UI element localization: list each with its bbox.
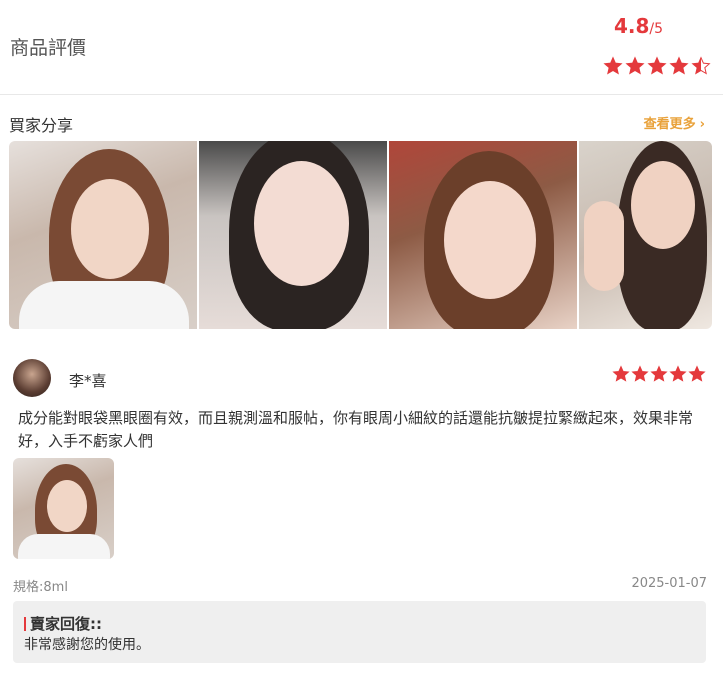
star-icon xyxy=(631,365,649,383)
average-score: 4.8/5 xyxy=(614,14,663,38)
star-icon xyxy=(669,56,689,76)
review-photo-thumbnail[interactable] xyxy=(13,458,114,559)
reply-accent-bar xyxy=(24,617,26,631)
buyer-photo-4[interactable] xyxy=(579,141,712,329)
star-icon xyxy=(691,56,711,76)
view-more-link[interactable]: 查看更多 › xyxy=(644,113,705,132)
face-shape xyxy=(444,181,536,299)
star-icon xyxy=(612,365,630,383)
review-text: 成分能對眼袋黑眼圈有效，而且親測溫和服帖，你有眼周小細紋的話還能抗皺提拉緊緻起來… xyxy=(18,409,694,450)
buyer-share-title: 買家分享 xyxy=(9,116,74,135)
star-icon xyxy=(669,365,687,383)
seller-reply-title: 賣家回復:: xyxy=(30,615,102,633)
review-rating-stars xyxy=(612,365,706,383)
page-title: 商品評價 xyxy=(10,37,87,59)
score-max: /5 xyxy=(649,21,663,37)
star-icon xyxy=(688,365,706,383)
shirt-shape xyxy=(18,534,110,559)
buyer-photo-gallery xyxy=(9,141,712,329)
chevron-right-icon: › xyxy=(699,117,705,132)
face-shape xyxy=(631,161,695,249)
product-spec: 規格:8ml xyxy=(13,580,68,595)
buyer-photo-2[interactable] xyxy=(199,141,387,329)
buyer-photo-1[interactable] xyxy=(9,141,197,329)
shirt-shape xyxy=(19,281,189,329)
score-value: 4.8 xyxy=(613,14,650,38)
review-date: 2025-01-07 xyxy=(631,576,707,591)
reviewer-name: 李*喜 xyxy=(69,372,107,390)
seller-reply: 賣家回復:: 非常感謝您的使用。 xyxy=(13,601,706,663)
buyer-photo-3[interactable] xyxy=(389,141,577,329)
face-shape xyxy=(254,161,349,286)
face-shape xyxy=(71,179,149,279)
rating-header: 商品評價 4.8/5 xyxy=(0,0,723,95)
hand-shape xyxy=(584,201,624,291)
star-icon xyxy=(625,56,645,76)
star-icon xyxy=(647,56,667,76)
seller-reply-text: 非常感謝您的使用。 xyxy=(24,637,150,653)
average-rating-stars xyxy=(603,56,711,76)
avatar xyxy=(13,359,51,397)
star-icon xyxy=(603,56,623,76)
view-more-label: 查看更多 xyxy=(643,117,696,132)
star-icon xyxy=(650,365,668,383)
face-shape xyxy=(47,480,87,532)
